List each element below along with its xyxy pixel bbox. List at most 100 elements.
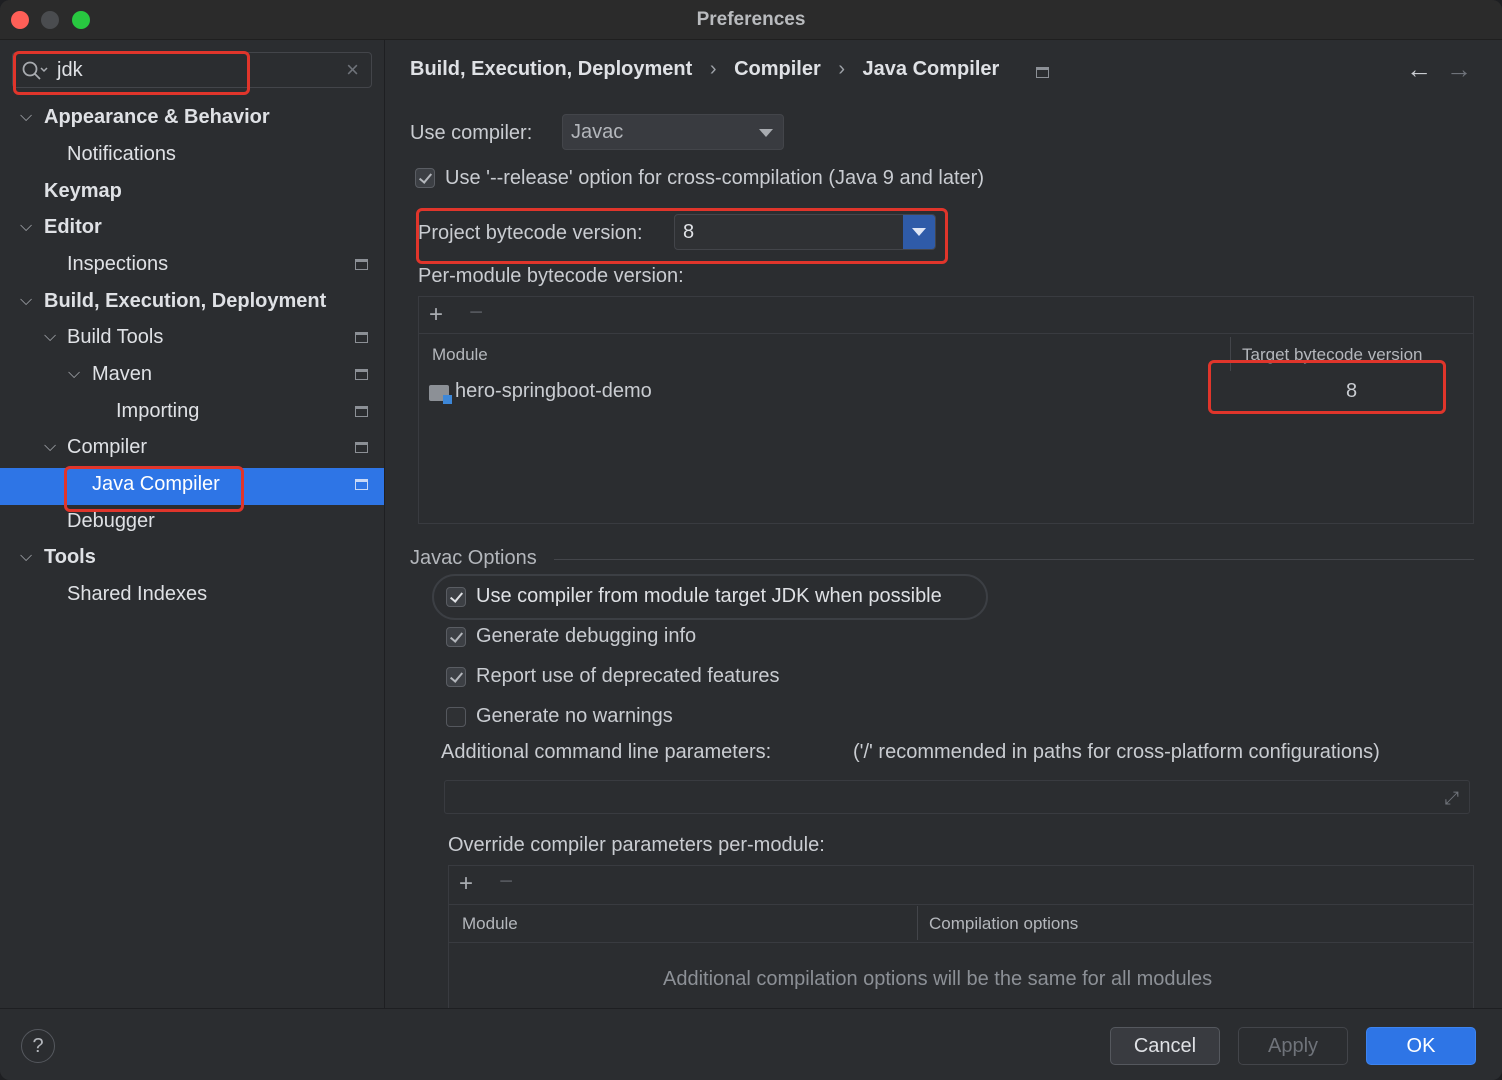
settings-main-panel: Build, Execution, Deployment › Compiler …	[386, 40, 1502, 1015]
sidebar-item-label: Notifications	[67, 143, 176, 165]
group-divider	[554, 559, 1474, 560]
sidebar-item-label: Debugger	[67, 510, 155, 532]
sidebar-item-tools[interactable]: ⌵ Tools	[0, 541, 384, 578]
sidebar-item-label: Compiler	[67, 436, 148, 458]
breadcrumb-item[interactable]: Compiler	[734, 58, 821, 80]
bytecode-highlight-annotation	[416, 208, 948, 264]
additional-params-label: Additional command line parameters:	[441, 741, 772, 763]
use-compiler-value: Javac	[571, 121, 624, 143]
sidebar-item-inspections[interactable]: Inspections	[0, 248, 384, 285]
project-settings-icon	[355, 259, 368, 270]
table-header-compilation-options[interactable]: Compilation options	[929, 914, 1078, 934]
column-divider	[917, 906, 918, 940]
sidebar-item-build-tools[interactable]: ⌵ Build Tools	[0, 321, 384, 358]
chevron-down-icon[interactable]: ⌵	[20, 108, 32, 126]
generate-no-warnings-checkbox[interactable]	[446, 707, 466, 727]
generate-no-warnings-label: Generate no warnings	[476, 705, 673, 727]
sidebar-item-shared-indexes[interactable]: Shared Indexes	[0, 578, 384, 615]
java-compiler-settings: Use compiler: Javac Use '--release' opti…	[386, 92, 1502, 1015]
sidebar-item-label: Importing	[116, 400, 200, 422]
breadcrumb-item[interactable]: Build, Execution, Deployment	[410, 58, 692, 80]
cancel-button[interactable]: Cancel	[1110, 1027, 1220, 1065]
apply-button[interactable]: Apply	[1238, 1027, 1348, 1065]
chevron-down-icon[interactable]: ⌵	[20, 292, 32, 310]
sidebar-item-label: Build, Execution, Deployment	[44, 290, 327, 312]
project-settings-icon	[1036, 67, 1049, 78]
back-arrow-icon[interactable]: ←	[1406, 54, 1432, 85]
sidebar-item-build-execution-deployment[interactable]: ⌵ Build, Execution, Deployment	[0, 285, 384, 322]
sidebar-item-label: Shared Indexes	[67, 583, 208, 605]
project-settings-icon	[355, 369, 368, 380]
settings-sidebar: jdk × ⌵ Appearance & Behavior Notificati…	[0, 40, 385, 1008]
search-highlight-annotation	[13, 51, 250, 95]
sidebar-item-label: Keymap	[44, 180, 122, 202]
title-bar: Preferences	[0, 0, 1502, 40]
breadcrumb-separator-icon: ›	[838, 58, 845, 80]
generate-debug-info-checkbox[interactable]	[446, 627, 466, 647]
table-header-module[interactable]: Module	[462, 914, 518, 934]
toolbar-divider	[419, 333, 1473, 334]
breadcrumb: Build, Execution, Deployment › Compiler …	[410, 58, 1011, 81]
use-compiler-dropdown[interactable]: Javac	[562, 114, 784, 150]
project-settings-icon	[355, 406, 368, 417]
sidebar-item-importing[interactable]: Importing	[0, 395, 384, 432]
chevron-down-icon[interactable]: ⌵	[68, 365, 80, 383]
sidebar-item-editor[interactable]: ⌵ Editor	[0, 211, 384, 248]
chevron-down-icon[interactable]: ⌵	[44, 438, 56, 456]
ok-button[interactable]: OK	[1366, 1027, 1476, 1065]
sidebar-item-maven[interactable]: ⌵ Maven	[0, 358, 384, 395]
module-name-cell: hero-springboot-demo	[455, 380, 652, 402]
sidebar-item-label: Editor	[44, 216, 102, 238]
dropdown-arrow-icon	[759, 129, 773, 137]
sidebar-item-compiler[interactable]: ⌵ Compiler	[0, 431, 384, 468]
clear-search-icon[interactable]: ×	[346, 57, 359, 83]
release-option-checkbox[interactable]	[415, 168, 435, 188]
report-deprecated-checkbox[interactable]	[446, 667, 466, 687]
release-option-label: Use '--release' option for cross-compila…	[445, 167, 984, 189]
project-settings-icon	[355, 442, 368, 453]
java-compiler-highlight-annotation	[64, 466, 244, 512]
toolbar-divider	[449, 904, 1473, 905]
sidebar-item-keymap[interactable]: Keymap	[0, 175, 384, 212]
report-deprecated-label: Report use of deprecated features	[476, 665, 780, 687]
target-bytecode-highlight-annotation	[1208, 360, 1446, 414]
breadcrumb-separator-icon: ›	[709, 58, 717, 80]
dialog-footer: ? Cancel Apply OK	[0, 1008, 1502, 1080]
add-icon[interactable]: +	[459, 870, 473, 898]
remove-icon: −	[469, 299, 484, 326]
javac-options-title: Javac Options	[410, 547, 537, 569]
window-title: Preferences	[696, 9, 806, 30]
help-button[interactable]: ?	[21, 1029, 55, 1063]
chevron-down-icon[interactable]: ⌵	[20, 548, 32, 566]
use-module-jdk-checkbox[interactable]	[446, 587, 466, 607]
header-divider	[449, 942, 1473, 943]
chevron-down-icon[interactable]: ⌵	[20, 218, 32, 236]
table-header-module[interactable]: Module	[432, 345, 488, 365]
add-icon[interactable]: +	[429, 301, 443, 329]
sidebar-item-label: Tools	[44, 546, 96, 568]
breadcrumb-item: Java Compiler	[862, 58, 1000, 80]
override-params-label: Override compiler parameters per-module:	[448, 834, 825, 856]
chevron-down-icon[interactable]: ⌵	[44, 328, 56, 346]
empty-table-text: Additional compilation options will be t…	[663, 968, 1213, 990]
additional-params-input[interactable]: ⤢	[444, 780, 1470, 814]
additional-params-hint: ('/' recommended in paths for cross-plat…	[853, 741, 1380, 763]
generate-debug-info-label: Generate debugging info	[476, 625, 697, 647]
preferences-window: Preferences jdk × ⌵ Appearance & Behavio…	[0, 0, 1502, 1080]
module-folder-icon	[429, 385, 452, 404]
forward-arrow-icon[interactable]: →	[1446, 54, 1472, 85]
project-settings-icon	[355, 332, 368, 343]
sidebar-item-label: Appearance & Behavior	[44, 106, 270, 128]
sidebar-item-label: Inspections	[67, 253, 169, 275]
per-module-bytecode-label: Per-module bytecode version:	[418, 265, 684, 287]
use-compiler-label: Use compiler:	[410, 122, 533, 144]
remove-icon: −	[499, 868, 514, 895]
override-table-panel: + − Module Compilation options Additiona…	[448, 865, 1474, 1015]
sidebar-item-appearance-behavior[interactable]: ⌵ Appearance & Behavior	[0, 101, 384, 138]
sidebar-item-label: Maven	[92, 363, 153, 385]
use-module-jdk-label: Use compiler from module target JDK when…	[476, 585, 942, 607]
sidebar-item-notifications[interactable]: Notifications	[0, 138, 384, 175]
project-settings-icon	[355, 479, 368, 490]
sidebar-item-label: Build Tools	[67, 326, 164, 348]
expand-icon[interactable]: ⤢	[1445, 788, 1459, 809]
